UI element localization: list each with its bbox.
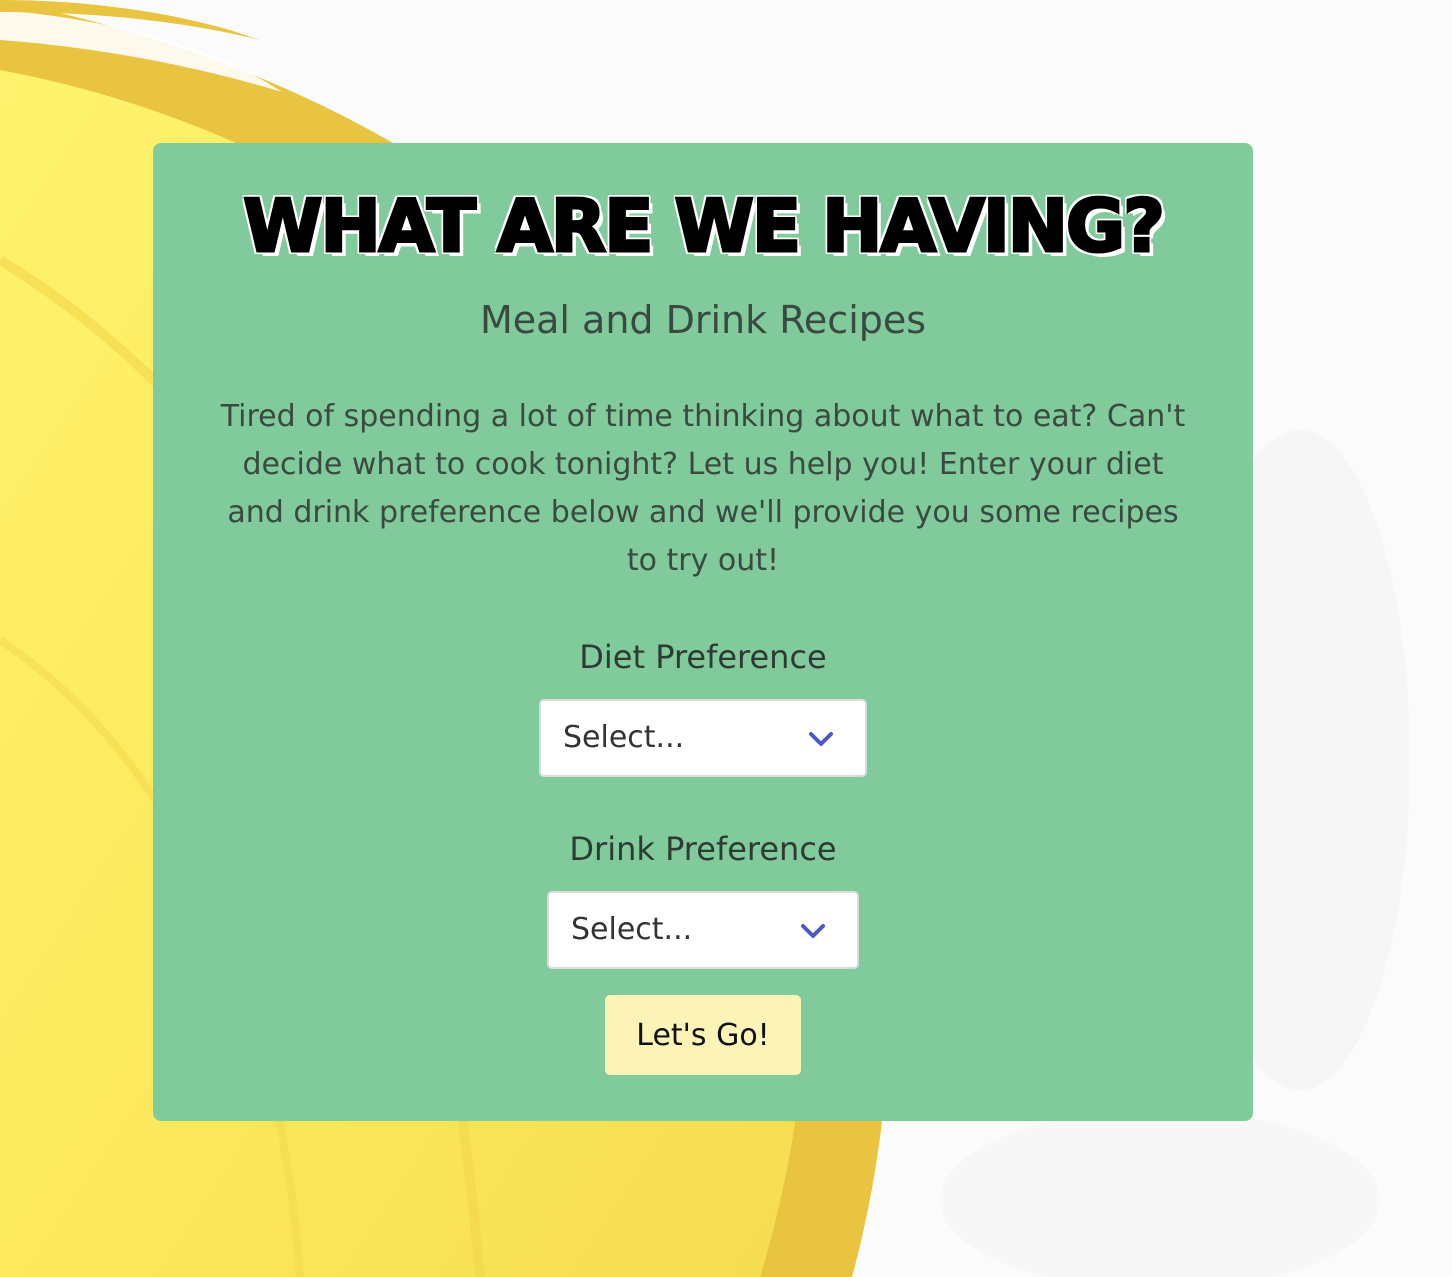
chevron-down-icon (801, 924, 825, 938)
drink-preference-select[interactable]: Select... (547, 891, 859, 969)
intro-text: Tired of spending a lot of time thinking… (220, 399, 1186, 578)
recipe-finder-card: WHAT ARE WE HAVING? Meal and Drink Recip… (153, 143, 1253, 1121)
drink-preference-value: Select... (571, 912, 693, 947)
diet-preference-value: Select... (563, 720, 685, 755)
lets-go-button[interactable]: Let's Go! (605, 995, 801, 1075)
page-subtitle: Meal and Drink Recipes (479, 298, 927, 342)
diet-preference-label: Diet Preference (579, 638, 827, 676)
diet-preference-select[interactable]: Select... (539, 699, 867, 777)
drink-preference-label: Drink Preference (569, 830, 837, 868)
chevron-down-icon (809, 732, 833, 746)
page-title: WHAT ARE WE HAVING? (242, 183, 1167, 270)
